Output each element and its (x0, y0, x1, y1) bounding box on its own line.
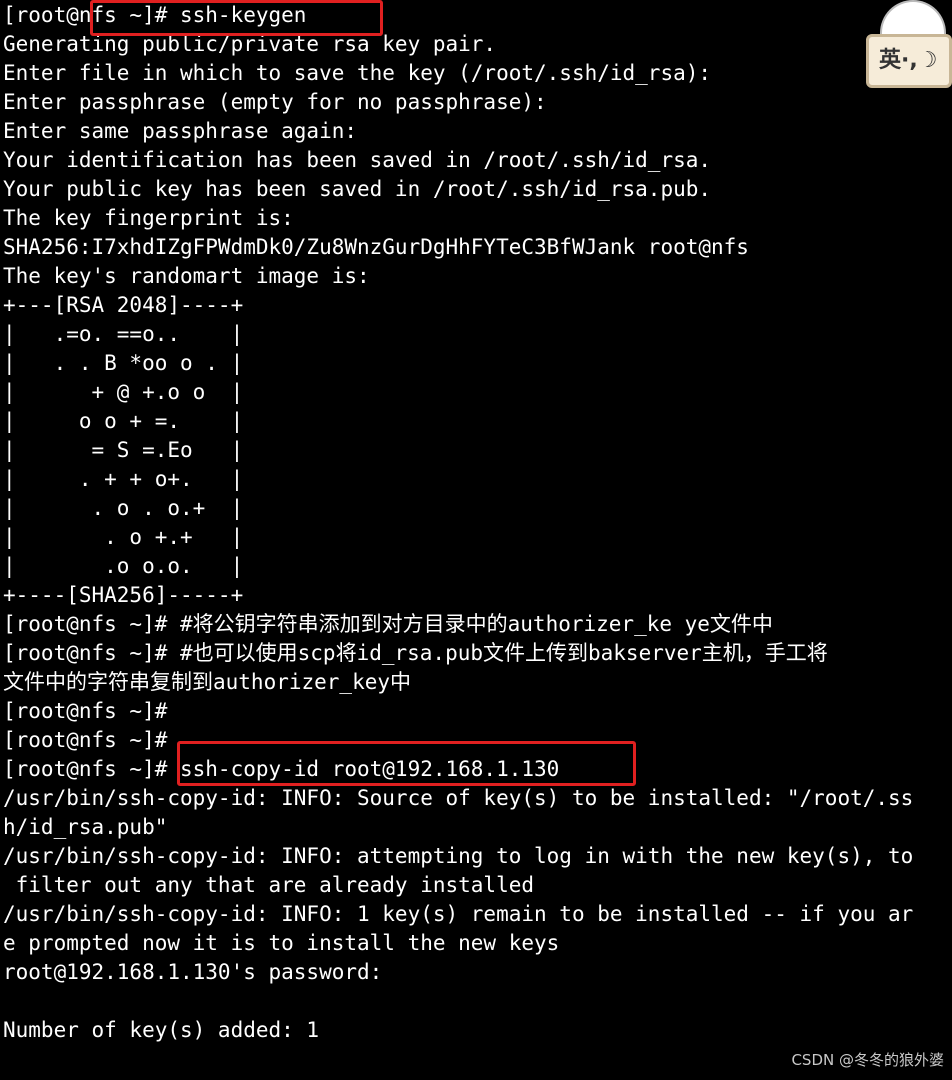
terminal-line: [root@nfs ~]# (3, 699, 168, 723)
randomart-line: | . o . o.+ | (3, 496, 244, 520)
terminal-line: 文件中的字符串复制到authorizer_key中 (3, 670, 412, 694)
terminal-line: Your public key has been saved in /root/… (3, 177, 712, 201)
ssh-keygen-highlight-box (90, 0, 383, 36)
randomart-line: | . o +.+ | (3, 525, 244, 549)
terminal-output[interactable]: [root@nfs ~]# ssh-keygen Generating publ… (3, 1, 952, 1080)
watermark: CSDN @冬冬的狼外婆 (791, 1051, 944, 1069)
terminal-line: Enter same passphrase again: (3, 119, 358, 143)
randomart-line: | + @ +.o o | (3, 380, 244, 404)
terminal-line: Number of key(s) added: 1 (3, 1018, 320, 1042)
ime-mode-label: 英·,☽ (866, 34, 952, 88)
terminal-line: [root@nfs ~]# #也可以使用scp将id_rsa.pub文件上传到b… (3, 641, 828, 665)
terminal-line: e prompted now it is to install the new … (3, 931, 560, 955)
randomart-line: | .o o.o. | (3, 554, 244, 578)
terminal-line: Enter file in which to save the key (/ro… (3, 61, 712, 85)
randomart-line: | = S =.Eo | (3, 438, 244, 462)
ssh-copy-id-highlight-box (177, 741, 636, 786)
ime-status-widget[interactable]: 英·,☽ (860, 0, 952, 96)
terminal-line: /usr/bin/ssh-copy-id: INFO: attempting t… (3, 844, 914, 868)
randomart-line: +---[RSA 2048]----+ (3, 293, 244, 317)
randomart-line: | . + + o+. | (3, 467, 244, 491)
randomart-line: +----[SHA256]-----+ (3, 583, 244, 607)
terminal-line: The key's randomart image is: (3, 264, 370, 288)
terminal-line: /usr/bin/ssh-copy-id: INFO: 1 key(s) rem… (3, 902, 914, 926)
terminal-line: h/id_rsa.pub" (3, 815, 168, 839)
terminal-line: /usr/bin/ssh-copy-id: INFO: Source of ke… (3, 786, 914, 810)
terminal-line: Enter passphrase (empty for no passphras… (3, 90, 547, 114)
terminal-line: [root@nfs ~]# #将公钥字符串添加到对方目录中的authorizer… (3, 612, 773, 636)
randomart-line: | .=o. ==o.. | (3, 322, 244, 346)
terminal-line: SHA256:I7xhdIZgFPWdmDk0/Zu8WnzGurDgHhFYT… (3, 235, 749, 259)
randomart-line: | o o + =. | (3, 409, 244, 433)
terminal-line: The key fingerprint is: (3, 206, 294, 230)
randomart-line: | . . B *oo o . | (3, 351, 244, 375)
terminal-line: filter out any that are already installe… (3, 873, 535, 897)
terminal-line: Your identification has been saved in /r… (3, 148, 712, 172)
terminal-line: root@192.168.1.130's password: (3, 960, 383, 984)
